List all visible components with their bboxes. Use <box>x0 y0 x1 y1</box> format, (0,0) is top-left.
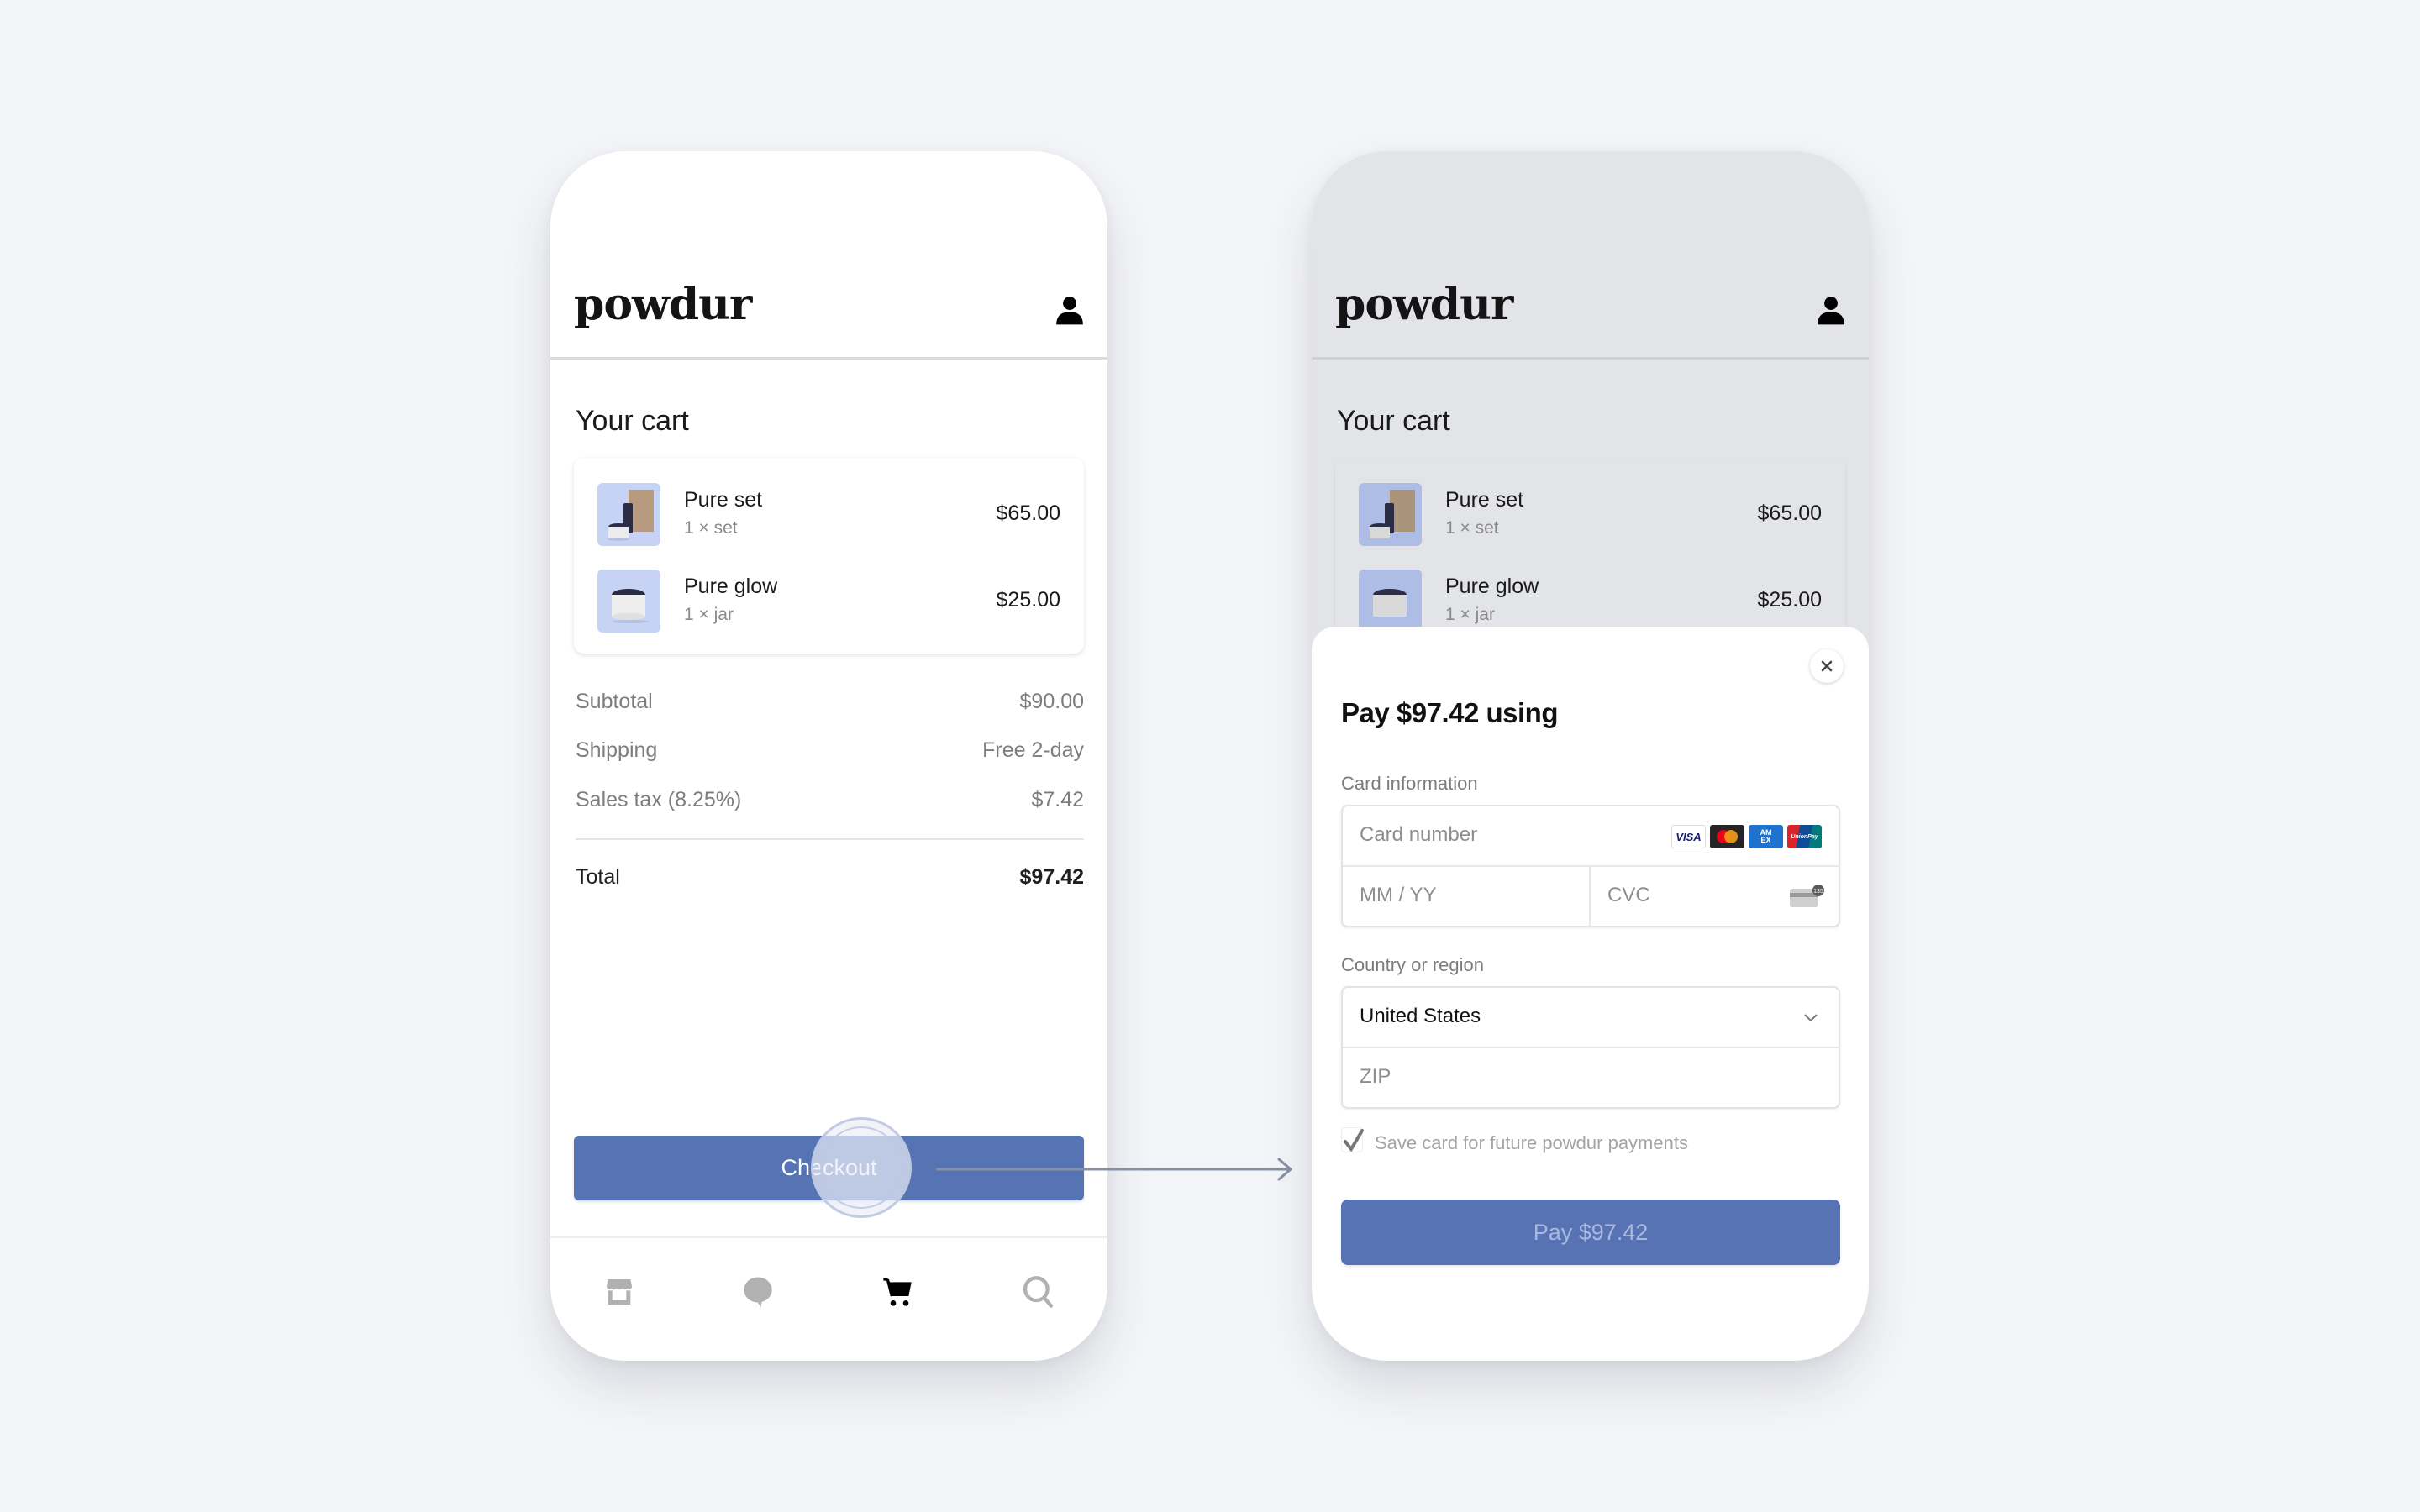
expiry-cvc-row: MM / YY CVC 135 <box>1343 867 1839 927</box>
cart-item[interactable]: Pure glow 1 × jar $25.00 <box>574 570 1084 633</box>
cart-item: Pure set 1 × set $65.00 <box>1335 483 1845 547</box>
expiry-input[interactable]: MM / YY <box>1360 884 1437 907</box>
brand-logo: powdur <box>1335 279 1513 330</box>
card-brands: VISA AM EX UnionPay <box>1671 825 1822 848</box>
brand-logo: powdur <box>574 279 752 330</box>
country-label: Country or region <box>1341 954 1484 975</box>
summary-row-subtotal: Subtotal $90.00 <box>576 690 1084 714</box>
summary-label: Shipping <box>576 738 658 762</box>
user-account-icon[interactable] <box>1815 294 1847 326</box>
summary-value: $7.42 <box>1031 788 1084 811</box>
item-quantity: 1 × jar <box>1445 605 1495 624</box>
card-information-group: Card number VISA AMEX UnionPay MM / YY <box>1341 805 1840 927</box>
amex-logo-icon: AM EX <box>1749 825 1783 848</box>
item-quantity: 1 × set <box>1445 518 1499 538</box>
cvc-hint: 135 <box>1813 889 1823 895</box>
save-card-label: Save card for future powdur payments <box>1375 1132 1688 1153</box>
chevron-down-icon <box>1804 1014 1818 1022</box>
user-account-icon[interactable] <box>1054 294 1086 326</box>
payment-title: Pay $97.42 using <box>1341 697 1558 728</box>
close-button[interactable] <box>1810 649 1844 683</box>
cart-items-card: Pure set 1 × set $65.00 Pure glow 1 × ja… <box>574 458 1084 654</box>
pure-set-product-image <box>1359 483 1422 546</box>
cart-item: Pure glow 1 × jar $25.00 <box>1335 570 1845 633</box>
expiry-field[interactable]: MM / YY <box>1343 867 1591 927</box>
total-label: Total <box>576 865 620 889</box>
checkmark-icon <box>1344 1129 1364 1152</box>
card-information-label: Card information <box>1341 773 1478 794</box>
cart-item[interactable]: Pure set 1 × set $65.00 <box>574 483 1084 547</box>
item-price: $25.00 <box>1757 588 1822 612</box>
summary-value: Free 2-day <box>982 738 1084 762</box>
app-header: powdur <box>1312 151 1869 360</box>
pure-glow-product-image <box>597 570 660 633</box>
cart-title: Your cart <box>576 405 689 437</box>
cvc-card-icon: 135 <box>1790 885 1824 907</box>
card-number-row: Card number VISA AM EX UnionPay <box>1343 806 1839 867</box>
cart-title: Your cart <box>1337 405 1450 437</box>
summary-total: Total $97.42 <box>576 865 1084 890</box>
zip-field[interactable]: ZIP <box>1343 1048 1839 1109</box>
summary-label: Subtotal <box>576 690 653 713</box>
summary-divider <box>576 838 1084 840</box>
cart-icon[interactable] <box>881 1275 914 1309</box>
item-price: $65.00 <box>1757 501 1822 525</box>
country-value: United States <box>1360 1005 1481 1027</box>
address-group: United States ZIP <box>1341 986 1840 1109</box>
bottom-nav <box>550 1236 1107 1361</box>
summary-value: $90.00 <box>1019 690 1084 713</box>
item-name: Pure set <box>1445 488 1524 512</box>
payment-screen-phone: powdur Your cart Pure set 1 × set $65.00 <box>1312 151 1869 1361</box>
payment-sheet: Pay $97.42 using Card information Card n… <box>1312 627 1869 1361</box>
search-icon[interactable] <box>1021 1275 1055 1309</box>
save-card-checkbox[interactable] <box>1341 1127 1364 1152</box>
zip-input[interactable]: ZIP <box>1360 1065 1391 1089</box>
cvc-field[interactable]: CVC 135 <box>1591 867 1842 927</box>
pure-glow-product-image <box>1359 570 1422 633</box>
cart-items-card: Pure set 1 × set $65.00 Pure glow 1 × ja… <box>1335 458 1845 654</box>
item-name: Pure glow <box>684 575 778 598</box>
flow-arrow-icon <box>936 1158 1293 1181</box>
card-number-input[interactable]: Card number <box>1360 823 1477 847</box>
total-value: $97.42 <box>1019 865 1084 889</box>
cvc-input[interactable]: CVC <box>1607 884 1650 907</box>
chat-bubble-icon[interactable] <box>741 1275 775 1309</box>
item-name: Pure set <box>684 488 763 512</box>
tap-indicator <box>811 1117 912 1218</box>
summary-label: Sales tax (8.25%) <box>576 788 742 811</box>
country-select[interactable]: United States <box>1343 988 1839 1048</box>
mastercard-logo-icon <box>1710 825 1744 848</box>
item-price: $65.00 <box>996 501 1060 525</box>
storefront-icon[interactable] <box>602 1275 636 1309</box>
item-quantity: 1 × jar <box>684 605 734 624</box>
visa-logo-icon: VISA <box>1671 825 1706 848</box>
unionpay-logo-icon: UnionPay <box>1787 825 1822 848</box>
item-price: $25.00 <box>996 588 1060 612</box>
item-quantity: 1 × set <box>684 518 738 538</box>
summary-row-tax: Sales tax (8.25%) $7.42 <box>576 788 1084 812</box>
summary-row-shipping: Shipping Free 2-day <box>576 738 1084 763</box>
app-header: powdur <box>550 151 1107 360</box>
pay-button[interactable]: Pay $97.42 <box>1341 1200 1840 1265</box>
item-name: Pure glow <box>1445 575 1539 598</box>
pure-set-product-image <box>597 483 660 546</box>
close-icon <box>1821 660 1833 672</box>
